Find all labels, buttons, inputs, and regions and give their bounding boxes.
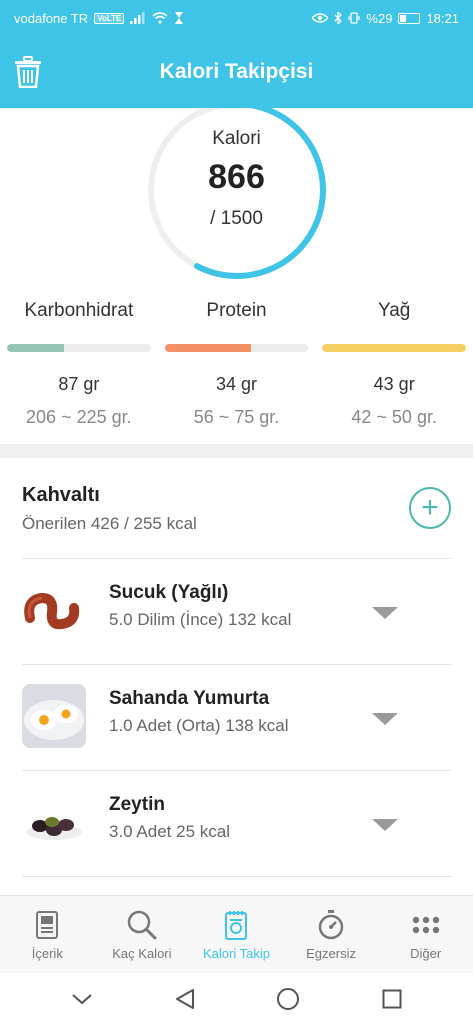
macro-name: Yağ [377,300,411,321]
macro-name: Karbonhidrat [24,300,134,321]
hourglass-icon [175,12,184,24]
nav-label: Diğer [410,946,442,961]
tracker-icon [225,911,248,940]
expand-caret-icon[interactable] [372,713,398,725]
macro-name: Protein [206,300,267,321]
battery-icon [398,12,421,24]
home-icon[interactable] [276,987,300,1011]
status-bar: vodafone TR VoLTE %29 18:21 [0,0,473,36]
meal-section-header: Kahvaltı Önerilen 426 / 255 kcal + [0,458,473,558]
nav-label: Kalori Takip [203,946,270,961]
nav-label: İçerik [31,946,63,961]
nav-label: Egzersiz [306,946,356,961]
nav-kac-kalori[interactable]: Kaç Kalori [95,896,190,973]
chevron-down-icon[interactable] [71,992,93,1006]
list-item[interactable]: Sahanda Yumurta 1.0 Adet (Orta) 138 kcal [0,664,473,770]
wifi-icon [152,12,168,24]
carrier-name: vodafone TR [14,10,89,26]
macro-range: 206 ~ 225 gr. [26,407,132,427]
back-icon[interactable] [175,988,195,1010]
calorie-target: / 1500 [210,208,263,229]
macro-progress-fill [7,344,65,352]
recents-icon[interactable] [382,989,402,1009]
divider [22,876,451,877]
clock-time: 18:21 [426,10,459,26]
bluetooth-icon [334,12,343,24]
plus-icon: + [421,491,439,524]
macro-progress-fill [322,344,467,352]
search-icon [127,910,157,940]
food-name: Sahanda Yumurta [109,688,270,709]
nav-label: Kaç Kalori [112,946,172,961]
expand-caret-icon[interactable] [372,607,398,619]
system-navigation-bar [0,973,473,1024]
macro-range: 56 ~ 75 gr. [193,407,280,427]
nav-diger[interactable]: Diğer [378,896,473,973]
macro-fat: Yağ 43 gr 42 ~ 50 gr. [315,300,473,430]
expand-caret-icon[interactable] [372,819,398,831]
bottom-navigation: İçerik Kaç Kalori Kalori Takip Egzersiz … [0,895,473,973]
macro-progress-bar [164,344,309,352]
macro-range: 42 ~ 50 gr. [351,407,437,427]
macro-progress-bar [7,344,151,352]
calorie-consumed: 866 [208,158,265,196]
eye-icon [312,13,329,23]
signal-icon [130,12,145,24]
macro-summary: Karbonhidrat 87 gr 206 ~ 225 gr. Protein… [0,300,473,430]
meal-title: Kahvaltı [22,484,100,506]
calorie-ring: Kalori 866 / 1500 [0,108,473,288]
macro-amount: 87 gr [58,374,100,394]
app-bar: Kalori Takipçisi [0,36,473,108]
olive-image [22,790,86,854]
macro-progress-fill [164,344,251,352]
divider [22,664,451,665]
sucuk-image [22,578,86,642]
trash-icon[interactable] [14,56,42,88]
stopwatch-icon [318,910,344,940]
vibrate-icon [348,12,361,24]
food-detail: 3.0 Adet 25 kcal [109,822,230,841]
list-item[interactable]: Zeytin 3.0 Adet 25 kcal [0,770,473,876]
nav-kalori-takip[interactable]: Kalori Takip [189,896,284,973]
macro-amount: 43 gr [373,374,415,394]
macro-carbs: Karbonhidrat 87 gr 206 ~ 225 gr. [0,300,158,430]
food-name: Zeytin [109,794,165,815]
calorie-label: Kalori [212,128,261,149]
macro-protein: Protein 34 gr 56 ~ 75 gr. [158,300,316,430]
list-item[interactable]: Sucuk (Yağlı) 5.0 Dilim (İnce) 132 kcal [0,558,473,664]
macro-progress-bar [322,344,467,352]
food-detail: 1.0 Adet (Orta) 138 kcal [109,716,289,735]
divider [22,558,451,559]
add-food-button[interactable]: + [409,487,451,529]
more-grid-icon [412,916,439,934]
food-detail: 5.0 Dilim (İnce) 132 kcal [109,610,292,629]
section-divider [0,444,473,458]
nav-egzersiz[interactable]: Egzersiz [284,896,379,973]
meal-recommended: Önerilen 426 / 255 kcal [22,514,197,533]
app-title: Kalori Takipçisi [159,60,314,83]
battery-percent: %29 [366,10,393,26]
volte-badge: VoLTE [94,12,125,24]
divider [22,770,451,771]
nav-icerik[interactable]: İçerik [0,896,95,973]
macro-amount: 34 gr [215,374,258,394]
food-name: Sucuk (Yağlı) [109,582,229,603]
fried-egg-image [22,684,86,748]
document-icon [36,911,59,939]
